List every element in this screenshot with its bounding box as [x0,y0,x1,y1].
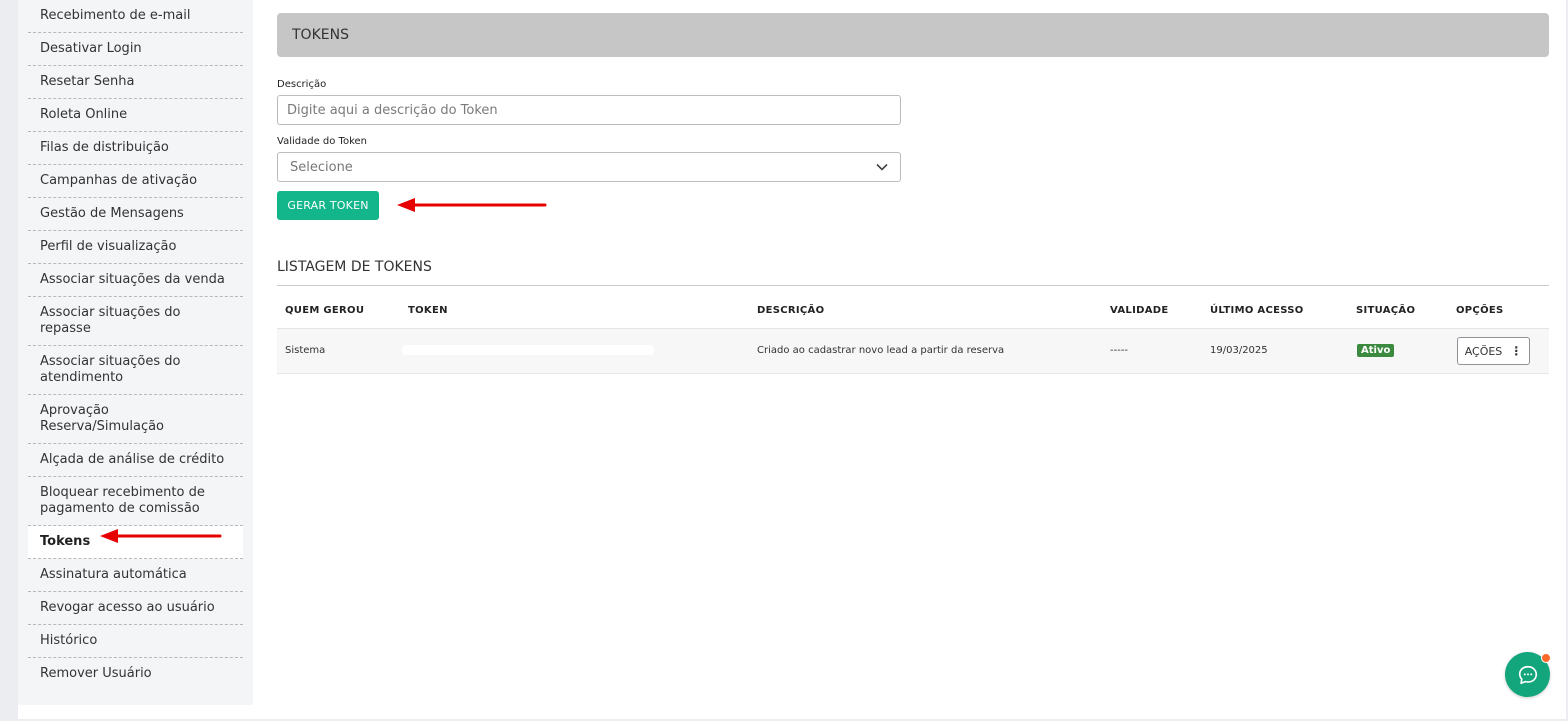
sidebar-item-situacoes-venda[interactable]: Associar situações da venda [28,264,243,297]
sidebar-item-aprovacao-reserva[interactable]: Aprovação Reserva/Simulação [28,395,243,444]
column-header-ultimo-acesso: ÚLTIMO ACESSO [1210,305,1304,316]
sidebar-item-desativar-login[interactable]: Desativar Login [28,33,243,66]
page-header: TOKENS [277,13,1549,57]
cell-descricao: Criado ao cadastrar novo lead a partir d… [757,345,1005,356]
sidebar-item-campanhas-ativacao[interactable]: Campanhas de ativação [28,165,243,198]
cell-token-redacted [402,345,654,355]
sidebar-item-situacoes-repasse[interactable]: Associar situações do repasse [28,297,243,346]
sidebar-item-resetar-senha[interactable]: Resetar Senha [28,66,243,99]
sidebar-item-perfil-visualizacao[interactable]: Perfil de visualização [28,231,243,264]
cell-validade: ----- [1110,345,1129,356]
chat-bubble-icon [1518,665,1537,684]
cell-ultimo-acesso: 19/03/2025 [1210,345,1268,356]
sidebar-item-assinatura-automatica[interactable]: Assinatura automática [28,559,243,592]
listing-title: LISTAGEM DE TOKENS [277,259,432,275]
validade-selected-value: Selecione [290,159,353,175]
chevron-down-icon [876,163,888,171]
validade-select[interactable]: Selecione [277,152,901,182]
page-title: TOKENS [292,27,349,43]
table-header: QUEM GEROU TOKEN DESCRIÇÃO VALIDADE ÚLTI… [277,298,1549,330]
sidebar-item-roleta-online[interactable]: Roleta Online [28,99,243,132]
column-header-opcoes: OPÇÕES [1456,305,1504,316]
gerar-token-button[interactable]: GERAR TOKEN [277,191,379,220]
column-header-descricao: DESCRIÇÃO [757,305,825,316]
acoes-button[interactable]: AÇÕES ⋮ [1457,337,1530,365]
sidebar-item-remover-usuario[interactable]: Remover Usuário [28,658,243,690]
sidebar-menu: Recebimento de e-mail Desativar Login Re… [28,0,243,690]
acoes-button-label: AÇÕES [1464,344,1503,358]
annotation-arrow-button [397,198,547,212]
column-header-situacao: SITUAÇÃO [1356,305,1416,316]
sidebar-item-situacoes-atendimento[interactable]: Associar situações do atendimento [28,346,243,395]
sidebar-item-filas-distribuicao[interactable]: Filas de distribuição [28,132,243,165]
main-content: TOKENS Descrição Validade do Token Selec… [277,13,1549,374]
sidebar-item-gestao-mensagens[interactable]: Gestão de Mensagens [28,198,243,231]
status-badge: Ativo [1357,344,1395,357]
sidebar-item-bloquear-comissao[interactable]: Bloquear recebimento de pagamento de com… [28,477,243,526]
table-row: Sistema Criado ao cadastrar novo lead a … [277,329,1549,374]
sidebar-item-revogar-acesso[interactable]: Revogar acesso ao usuário [28,592,243,625]
sidebar-item-alcada-credito[interactable]: Alçada de análise de crédito [28,444,243,477]
descricao-input[interactable] [277,95,901,125]
sidebar-item-recebimento-email[interactable]: Recebimento de e-mail [28,0,243,33]
validade-label: Validade do Token [277,136,367,147]
sidebar-item-historico[interactable]: Histórico [28,625,243,658]
column-header-validade: VALIDADE [1110,305,1169,316]
kebab-menu-icon: ⋮ [1510,344,1523,358]
annotation-arrow-sidebar [100,529,222,543]
column-header-quem-gerou: QUEM GEROU [285,305,365,316]
cell-quem-gerou: Sistema [285,345,326,356]
listing-divider [277,285,1549,286]
column-header-token: TOKEN [408,305,448,316]
descricao-label: Descrição [277,79,327,90]
notification-dot [1541,653,1551,663]
